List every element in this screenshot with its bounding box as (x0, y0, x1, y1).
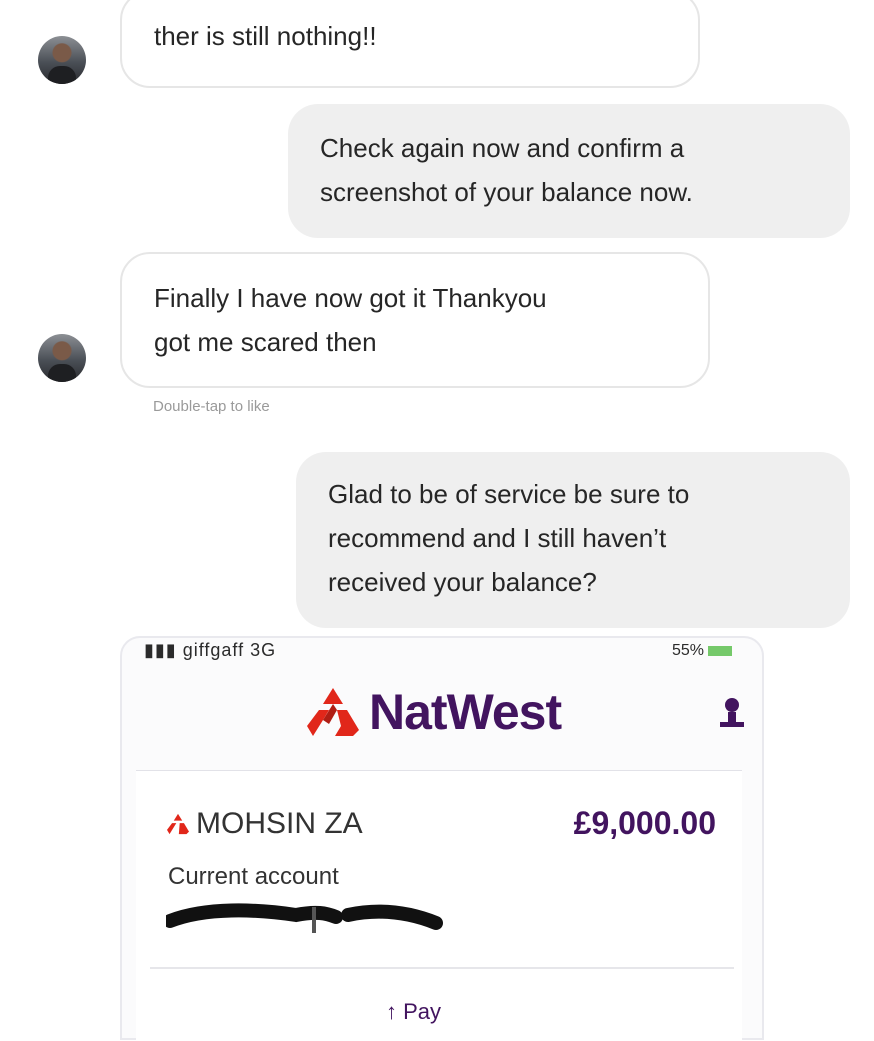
account-card[interactable]: MOHSIN ZA £9,000.00 Current account ↑ Pa… (136, 770, 742, 1041)
double-tap-hint: Double-tap to like (153, 398, 270, 415)
message-incoming: Finally I have now got it Thankyou got m… (120, 252, 710, 388)
battery-icon (708, 645, 732, 656)
message-text: Finally I have now got it Thankyou (154, 283, 547, 313)
message-text: recommend and I still haven’t (328, 523, 667, 553)
message-text: ther is still nothing!! (154, 21, 377, 51)
message-outgoing: Check again now and confirm a screenshot… (288, 104, 850, 238)
account-name: MOHSIN ZA (196, 807, 363, 840)
natwest-logo-icon (307, 688, 359, 736)
natwest-logo-icon (167, 813, 189, 835)
message-text: Glad to be of service be sure to (328, 479, 690, 509)
message-text: screenshot of your balance now. (320, 177, 693, 207)
message-text: got me scared then (154, 327, 377, 357)
status-battery: 55% (672, 642, 732, 660)
message-incoming: ther is still nothing!! (120, 0, 700, 88)
message-outgoing: Glad to be of service be sure to recomme… (296, 452, 850, 628)
attached-screenshot[interactable]: ▮▮▮ giffgaff 3G 55% NatWest MOHSIN ZA £9… (120, 636, 764, 1041)
status-carrier: ▮▮▮ giffgaff 3G (144, 640, 277, 660)
message-text: Check again now and confirm a (320, 133, 685, 163)
divider (150, 967, 734, 969)
message-text: received your balance? (328, 567, 597, 597)
bank-name: NatWest (369, 684, 562, 740)
redaction-scribble (166, 903, 443, 933)
account-type: Current account (168, 863, 339, 890)
bank-logo: NatWest (305, 682, 562, 742)
signal-icon: ▮▮▮ (144, 640, 183, 660)
pay-button[interactable]: ↑ Pay (386, 999, 441, 1025)
account-balance: £9,000.00 (573, 805, 716, 841)
avatar[interactable] (38, 334, 86, 382)
up-arrow-icon: ↑ (386, 999, 404, 1024)
profile-icon[interactable] (718, 696, 746, 728)
avatar[interactable] (38, 36, 86, 84)
